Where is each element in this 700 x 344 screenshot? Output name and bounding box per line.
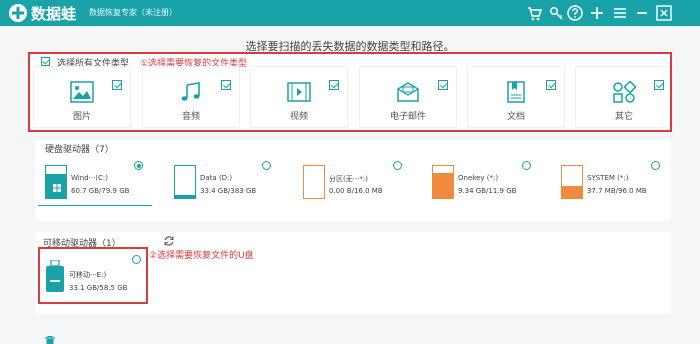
drive-usage-fill <box>562 185 582 198</box>
close-icon[interactable] <box>655 4 673 22</box>
drive-icon <box>174 165 196 199</box>
drive-name: Data (D:) <box>200 174 233 182</box>
drive-item-system[interactable]: SYSTEM (*:) 37.7 MB/96.0 MB <box>561 159 681 215</box>
drive-icon <box>432 165 454 199</box>
drive-size: 9.34 GB/11.9 GB <box>458 187 517 195</box>
annotation-box-file-types <box>28 52 672 132</box>
drive-item-unnamed[interactable]: 分区(无···*:) 0.00 B/16.0 MB <box>303 159 423 215</box>
drive-item-onekey[interactable]: Onekey (*:) 9.34 GB/11.9 GB <box>432 159 552 215</box>
drive-item-c[interactable]: Wind···(C:) 60.7 GB/79.9 GB <box>45 159 165 215</box>
drive-radio-d[interactable] <box>262 161 271 170</box>
drive-radio-onekey[interactable] <box>522 161 531 170</box>
cart-icon[interactable] <box>525 4 543 22</box>
drive-size: 33.4 GB/383 GB <box>200 187 257 195</box>
drive-icon <box>303 165 325 199</box>
trash-icon[interactable] <box>44 336 56 344</box>
drive-name: 分区(无···*:) <box>329 175 368 183</box>
frog-logo-icon <box>9 4 27 22</box>
drive-icon <box>561 165 583 199</box>
help-icon[interactable] <box>566 4 584 22</box>
plus-icon[interactable] <box>588 4 606 22</box>
drive-size: 60.7 GB/79.9 GB <box>71 187 130 195</box>
drive-radio-c[interactable] <box>134 161 143 170</box>
drive-size: 37.7 MB/96.0 MB <box>587 187 647 195</box>
app-subtitle: 数据恢复专家（未注册） <box>89 8 177 17</box>
drive-item-d[interactable]: Data (D:) 33.4 GB/383 GB <box>174 159 294 215</box>
selected-underline <box>38 205 152 206</box>
drive-icon <box>45 165 67 199</box>
hard-drive-title: 硬盘驱动器（7） <box>45 145 114 155</box>
app-name: 数据蛙 <box>31 5 77 23</box>
drive-name: SYSTEM (*:) <box>587 174 629 182</box>
annotation-step-2: ②选择需要恢复文件的U盘 <box>149 251 254 261</box>
refresh-icon[interactable] <box>163 235 175 247</box>
annotation-box-usb <box>38 247 148 304</box>
menu-icon[interactable] <box>611 4 629 22</box>
title-bar: 数据蛙 数据恢复专家（未注册） <box>0 0 700 26</box>
drive-radio-system[interactable] <box>651 161 660 170</box>
drive-name: Onekey (*:) <box>458 174 499 182</box>
drive-radio-unnamed[interactable] <box>393 161 402 170</box>
drive-usage-fill <box>175 195 195 198</box>
minimize-icon[interactable] <box>633 4 651 22</box>
drive-size: 0.00 B/16.0 MB <box>329 187 383 195</box>
key-icon[interactable] <box>548 4 566 22</box>
windows-icon <box>53 184 61 192</box>
drive-name: Wind···(C:) <box>71 174 108 182</box>
drive-usage-fill <box>433 173 453 198</box>
